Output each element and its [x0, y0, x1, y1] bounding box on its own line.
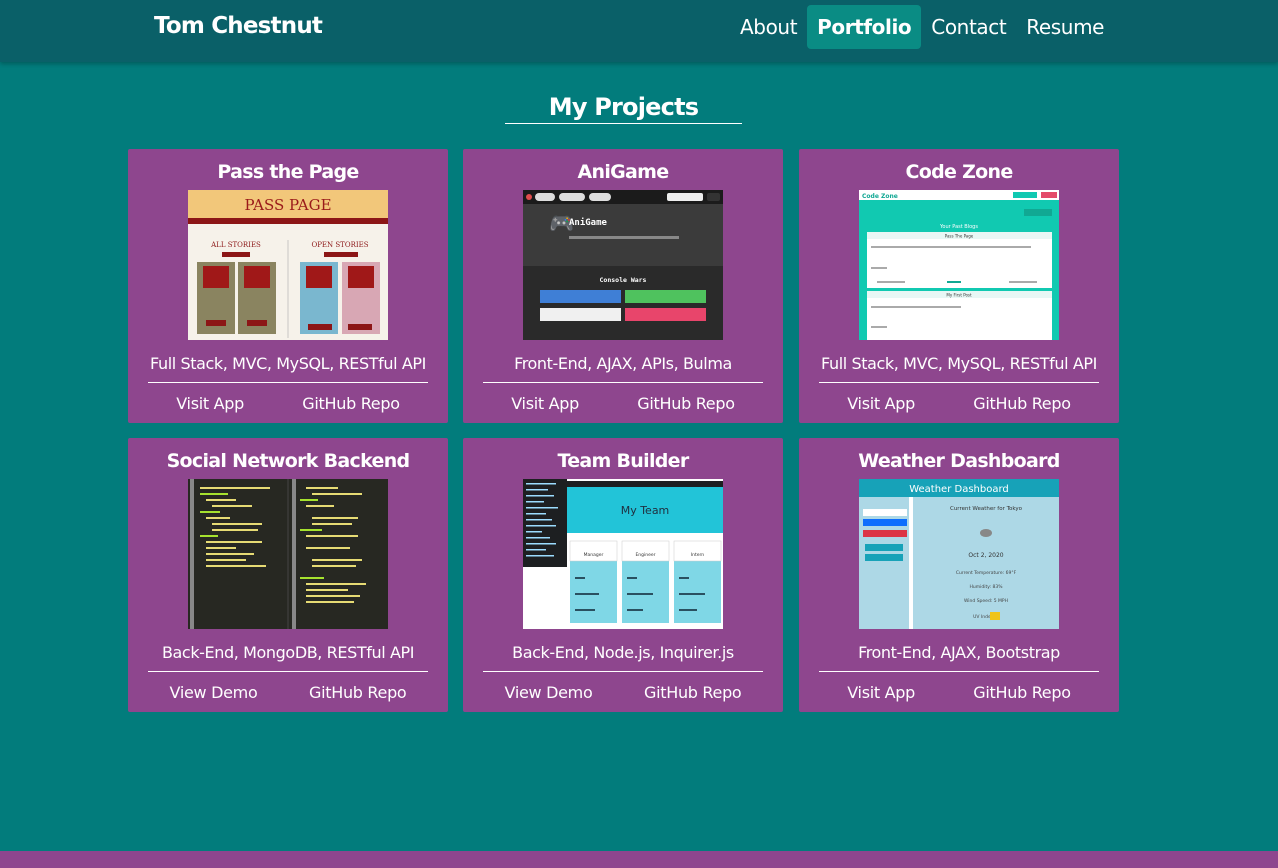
thumb-date: Oct 2, 2020 — [968, 552, 1003, 559]
thumb-app-name: AniGame — [569, 217, 608, 228]
project-title: Weather Dashboard — [858, 450, 1060, 472]
project-links: Visit App GitHub Repo — [799, 394, 1119, 413]
project-thumbnail[interactable]: 🎮 AniGame Console Wars — [523, 190, 723, 340]
github-repo-link[interactable]: GitHub Repo — [627, 394, 744, 413]
card-divider — [819, 382, 1099, 383]
project-links: Visit App GitHub Repo — [799, 683, 1119, 702]
project-thumbnail[interactable]: Weather Dashboard Current Weather for To… — [859, 479, 1059, 629]
github-repo-link[interactable]: GitHub Repo — [963, 394, 1080, 413]
view-demo-link[interactable]: View Demo — [495, 683, 603, 702]
card-divider — [483, 671, 763, 672]
thumb-heading: My Team — [621, 504, 670, 517]
thumb-role-manager: Manager — [584, 552, 604, 558]
project-thumbnail[interactable]: PASS PAGE ALL STORIES OPEN STORIES — [188, 190, 388, 340]
thumb-heading: Weather Dashboard — [909, 484, 1009, 495]
project-thumbnail[interactable]: My Team Manager Engineer Intern — [523, 479, 723, 629]
project-tech: Back-End, Node.js, Inquirer.js — [512, 643, 734, 662]
thumb-left-heading: ALL STORIES — [210, 241, 261, 249]
card-divider — [148, 671, 428, 672]
project-card-code-zone: Code Zone Code Zone Your Past Blogs Pass… — [799, 149, 1119, 423]
thumb-temp: Current Temperature: 69°F — [956, 570, 1017, 576]
card-divider — [148, 382, 428, 383]
github-repo-link[interactable]: GitHub Repo — [299, 683, 416, 702]
card-divider — [819, 671, 1099, 672]
github-repo-link[interactable]: GitHub Repo — [963, 683, 1080, 702]
project-tech: Full Stack, MVC, MySQL, RESTful API — [821, 354, 1097, 373]
project-tech: Back-End, MongoDB, RESTful API — [161, 643, 415, 662]
footer — [0, 851, 1278, 868]
visit-app-link[interactable]: Visit App — [837, 683, 925, 702]
thumb-role-intern: Intern — [691, 552, 704, 558]
nav-link-resume[interactable]: Resume — [1016, 5, 1114, 49]
github-repo-link[interactable]: GitHub Repo — [292, 394, 409, 413]
project-card-anigame: AniGame 🎮 AniGame Console Wars Front-End… — [463, 149, 783, 423]
project-links: Visit App GitHub Repo — [463, 394, 783, 413]
thumb-subtitle: Console Wars — [600, 276, 647, 284]
nav-link-about[interactable]: About — [730, 5, 807, 49]
thumb-post-title-2: My First Post — [946, 293, 972, 298]
thumb-current: Current Weather for Tokyo — [950, 506, 1023, 512]
brand-name[interactable]: Tom Chestnut — [154, 13, 323, 39]
project-title: Pass the Page — [217, 161, 359, 183]
thumb-wind: Wind Speed: 5 MPH — [964, 598, 1008, 604]
project-title: AniGame — [577, 161, 670, 183]
project-title: Social Network Backend — [166, 450, 411, 472]
thumb-humidity: Humidity: 83% — [969, 584, 1003, 590]
section-title: My Projects — [505, 93, 742, 124]
visit-app-link[interactable]: Visit App — [501, 394, 589, 413]
nav-link-portfolio[interactable]: Portfolio — [807, 5, 922, 49]
thumb-logo: PASS PAGE — [244, 196, 331, 214]
project-links: View Demo GitHub Repo — [128, 683, 448, 702]
nav-link-contact[interactable]: Contact — [921, 5, 1016, 49]
navbar: Tom Chestnut About Portfolio Contact Res… — [0, 0, 1278, 62]
project-tech: Full Stack, MVC, MySQL, RESTful API — [150, 354, 426, 373]
project-card-pass-the-page: Pass the Page PASS PAGE ALL STORIES OPEN… — [128, 149, 448, 423]
thumb-post-title: Pass The Page — [945, 234, 974, 239]
card-divider — [483, 382, 763, 383]
project-thumbnail[interactable] — [188, 479, 388, 629]
thumb-logo: Code Zone — [862, 193, 898, 200]
visit-app-link[interactable]: Visit App — [166, 394, 254, 413]
project-card-team-builder: Team Builder My Team Manager Engineer In… — [463, 438, 783, 712]
project-tech: Front-End, AJAX, Bootstrap — [858, 643, 1060, 662]
visit-app-link[interactable]: Visit App — [837, 394, 925, 413]
project-tech: Front-End, AJAX, APIs, Bulma — [514, 354, 732, 373]
thumb-heading: Your Past Blogs — [939, 224, 978, 230]
project-title: Code Zone — [905, 161, 1013, 183]
project-card-social-network-backend: Social Network Backend Back-End, MongoDB… — [128, 438, 448, 712]
github-repo-link[interactable]: GitHub Repo — [634, 683, 751, 702]
project-thumbnail[interactable]: Code Zone Your Past Blogs Pass The Page … — [859, 190, 1059, 340]
project-card-weather-dashboard: Weather Dashboard Weather Dashboard Curr… — [799, 438, 1119, 712]
project-links: View Demo GitHub Repo — [463, 683, 783, 702]
thumb-right-heading: OPEN STORIES — [311, 241, 368, 249]
project-title: Team Builder — [557, 450, 689, 472]
project-links: Visit App GitHub Repo — [128, 394, 448, 413]
thumb-role-engineer: Engineer — [635, 552, 655, 558]
view-demo-link[interactable]: View Demo — [160, 683, 268, 702]
nav-links: About Portfolio Contact Resume — [730, 5, 1114, 49]
